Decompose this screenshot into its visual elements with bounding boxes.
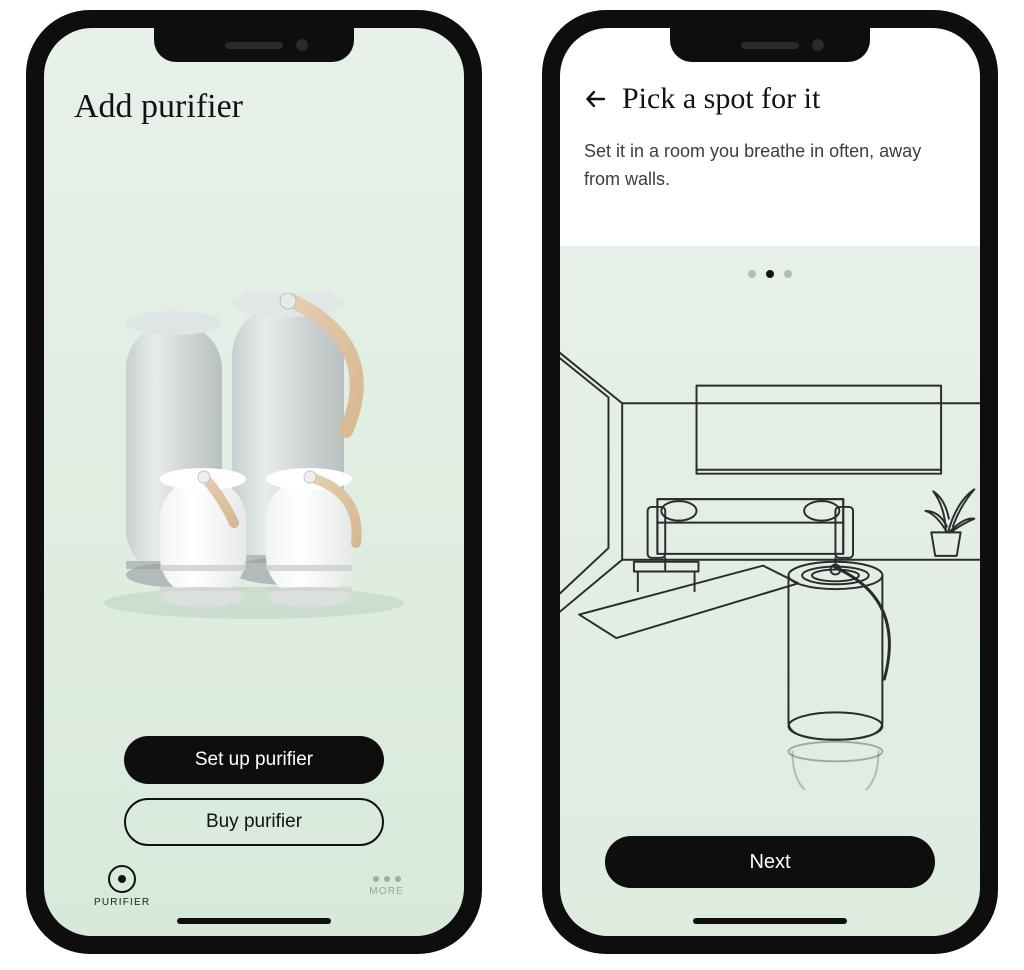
button-stack: Set up purifier Buy purifier: [124, 736, 384, 846]
screen-add-purifier: Add purifier: [44, 28, 464, 936]
phone-frame-right: Next Pick a spot for it Set it in a room…: [542, 10, 998, 954]
tab-more-label: MORE: [369, 886, 404, 897]
page-dot-2[interactable]: [766, 270, 774, 278]
speaker-grill: [225, 42, 283, 49]
page-indicator: [748, 270, 792, 278]
tab-purifier-label: PURIFIER: [94, 897, 150, 908]
room-illustration: [560, 310, 980, 790]
page-title: Pick a spot for it: [622, 82, 820, 116]
more-dots-icon: [373, 876, 401, 882]
setup-purifier-button[interactable]: Set up purifier: [124, 736, 384, 784]
screen-pick-spot: Next Pick a spot for it Set it in a room…: [560, 28, 980, 936]
home-indicator[interactable]: [177, 918, 331, 924]
device-notch: [154, 28, 354, 62]
purifier-product-image: [84, 293, 424, 623]
room-illustration-panel: Next: [560, 246, 980, 936]
page-dot-3[interactable]: [784, 270, 792, 278]
bottom-tab-bar: PURIFIER MORE: [44, 854, 464, 918]
device-notch: [670, 28, 870, 62]
page-dot-1[interactable]: [748, 270, 756, 278]
page-subtitle: Set it in a room you breathe in often, a…: [584, 138, 944, 194]
back-arrow-icon[interactable]: [584, 87, 608, 111]
page-title: Add purifier: [74, 88, 243, 126]
next-button[interactable]: Next: [605, 836, 935, 888]
tab-purifier[interactable]: PURIFIER: [94, 865, 150, 908]
purifier-tab-icon: [108, 865, 136, 893]
home-indicator[interactable]: [693, 918, 847, 924]
front-camera: [296, 39, 308, 51]
front-camera: [812, 39, 824, 51]
phone-frame-left: Add purifier: [26, 10, 482, 954]
speaker-grill: [741, 42, 799, 49]
tab-more[interactable]: MORE: [369, 876, 404, 897]
buy-purifier-button[interactable]: Buy purifier: [124, 798, 384, 846]
